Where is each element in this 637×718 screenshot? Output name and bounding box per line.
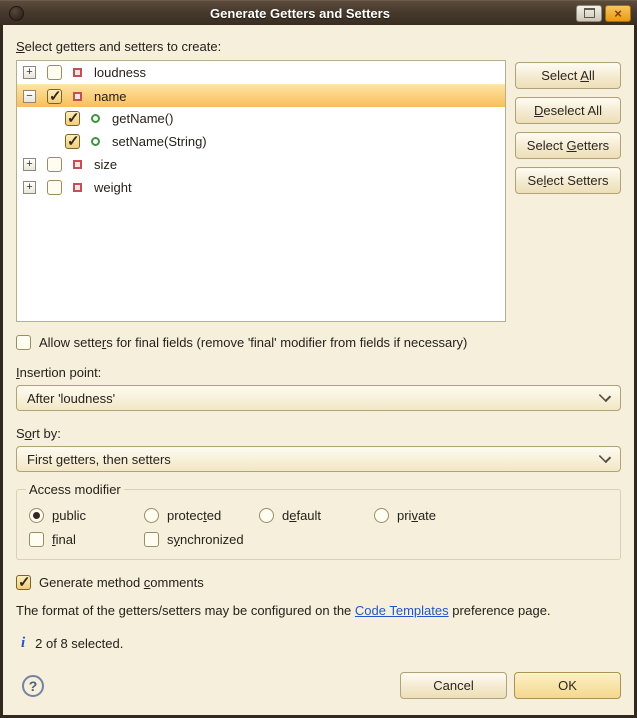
tree-row-name[interactable]: − name: [17, 84, 505, 107]
checkbox-name[interactable]: [47, 89, 62, 104]
deselect-all-button[interactable]: Deselect All: [515, 97, 621, 124]
tree-row-loudness[interactable]: + loudness: [17, 61, 505, 84]
select-getters-setters-label: Select getters and setters to create:: [16, 39, 621, 54]
insertion-point-label: Insertion point:: [16, 365, 621, 380]
access-modifier-legend: Access modifier: [26, 482, 124, 497]
allow-setters-checkbox[interactable]: [16, 335, 31, 350]
help-icon: ?: [29, 678, 38, 694]
maximize-button[interactable]: [576, 5, 602, 22]
tree-row-getname[interactable]: getName(): [17, 107, 505, 130]
access-checkbox-row: final synchronized: [29, 532, 608, 547]
help-button[interactable]: ?: [22, 675, 44, 697]
window-title: Generate Getters and Setters: [24, 6, 576, 21]
radio-protected-label: protected: [167, 508, 221, 523]
generate-comments-checkbox[interactable]: [16, 575, 31, 590]
status-row: i 2 of 8 selected.: [16, 635, 621, 652]
select-all-button[interactable]: Select All: [515, 62, 621, 89]
checkbox-loudness[interactable]: [47, 65, 62, 80]
close-button[interactable]: ×: [605, 5, 631, 22]
radio-icon[interactable]: [374, 508, 389, 523]
chevron-down-icon: [599, 390, 611, 402]
selection-buttons: Select All Deselect All Select Getters S…: [515, 60, 621, 194]
field-icon: [73, 92, 82, 101]
tree-row-label: weight: [94, 180, 132, 195]
footer: ? Cancel OK: [16, 672, 621, 715]
generate-comments-label: Generate method comments: [39, 575, 204, 590]
ok-button[interactable]: OK: [514, 672, 621, 699]
tree-row-weight[interactable]: + weight: [17, 176, 505, 199]
generate-comments-row: Generate method comments: [16, 575, 621, 590]
maximize-icon: [584, 8, 595, 18]
access-modifier-group: Access modifier public protected default…: [16, 482, 621, 560]
sort-by-label: Sort by:: [16, 426, 621, 441]
checkbox-synchronized-label: synchronized: [167, 532, 244, 547]
field-icon: [73, 68, 82, 77]
checkbox-final[interactable]: final: [29, 532, 144, 547]
field-icon: [73, 160, 82, 169]
tree-row-label: loudness: [94, 65, 146, 80]
radio-private[interactable]: private: [374, 508, 436, 523]
checkbox-size[interactable]: [47, 157, 62, 172]
checkbox-final-label: final: [52, 532, 76, 547]
insertion-point-value: After 'loudness': [27, 391, 115, 406]
tree-row-label: size: [94, 157, 117, 172]
checkbox-synchronized[interactable]: synchronized: [144, 532, 244, 547]
expand-icon[interactable]: +: [23, 181, 36, 194]
tree-row-setname[interactable]: setName(String): [17, 130, 505, 153]
window-icon: [9, 6, 24, 21]
allow-setters-label: Allow setters for final fields (remove '…: [39, 335, 467, 350]
dialog-window: Generate Getters and Setters × Select ge…: [0, 0, 637, 718]
radio-icon[interactable]: [259, 508, 274, 523]
code-templates-note: The format of the getters/setters may be…: [16, 603, 621, 618]
info-icon: i: [21, 635, 25, 652]
radio-icon[interactable]: [144, 508, 159, 523]
field-icon: [73, 183, 82, 192]
checkbox-icon[interactable]: [144, 532, 159, 547]
radio-protected[interactable]: protected: [144, 508, 259, 523]
members-tree[interactable]: + loudness − name getName(): [16, 60, 506, 322]
radio-public-label: public: [52, 508, 86, 523]
dialog-content: Select getters and setters to create: + …: [3, 25, 634, 715]
radio-private-label: private: [397, 508, 436, 523]
checkbox-setname[interactable]: [65, 134, 80, 149]
status-text: 2 of 8 selected.: [35, 636, 123, 651]
allow-setters-row: Allow setters for final fields (remove '…: [16, 335, 621, 350]
tree-row-label: name: [94, 89, 127, 104]
expand-icon[interactable]: +: [23, 158, 36, 171]
tree-and-buttons: + loudness − name getName(): [16, 60, 621, 322]
checkbox-weight[interactable]: [47, 180, 62, 195]
chevron-down-icon: [599, 451, 611, 463]
radio-public[interactable]: public: [29, 508, 144, 523]
radio-default[interactable]: default: [259, 508, 374, 523]
cancel-button[interactable]: Cancel: [400, 672, 507, 699]
expand-icon[interactable]: +: [23, 66, 36, 79]
sort-by-value: First getters, then setters: [27, 452, 171, 467]
radio-icon[interactable]: [29, 508, 44, 523]
insertion-point-select[interactable]: After 'loudness': [16, 385, 621, 411]
checkbox-getname[interactable]: [65, 111, 80, 126]
select-getters-button[interactable]: Select Getters: [515, 132, 621, 159]
method-icon: [91, 114, 100, 123]
code-templates-link[interactable]: Code Templates: [355, 603, 449, 618]
close-icon: ×: [614, 7, 622, 20]
access-radio-row: public protected default private: [29, 508, 608, 523]
method-icon: [91, 137, 100, 146]
tree-row-label: getName(): [112, 111, 173, 126]
titlebar[interactable]: Generate Getters and Setters ×: [0, 0, 637, 25]
tree-row-label: setName(String): [112, 134, 207, 149]
window-controls: ×: [576, 5, 631, 22]
checkbox-icon[interactable]: [29, 532, 44, 547]
select-setters-button[interactable]: Select Setters: [515, 167, 621, 194]
radio-default-label: default: [282, 508, 321, 523]
sort-by-select[interactable]: First getters, then setters: [16, 446, 621, 472]
tree-row-size[interactable]: + size: [17, 153, 505, 176]
collapse-icon[interactable]: −: [23, 90, 36, 103]
